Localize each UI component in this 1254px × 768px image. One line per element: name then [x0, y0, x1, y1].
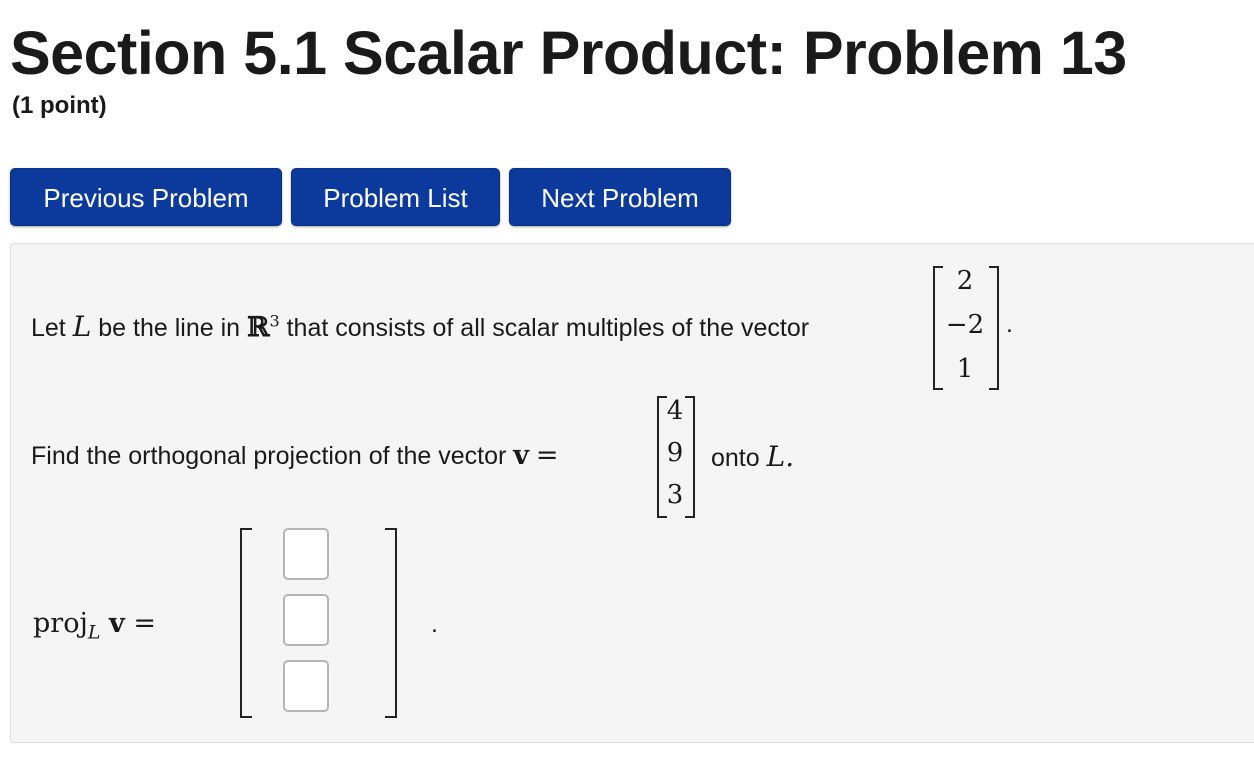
answer-right-bracket	[385, 528, 397, 718]
text-find-projection: Find the orthogonal projection of the ve…	[31, 442, 507, 470]
page-title: Section 5.1 Scalar Product: Problem 13	[10, 19, 1127, 87]
answer-equals-sign: =	[133, 608, 156, 639]
problem-statement-line-1: Let L be the line in ℝ3 that consists of…	[31, 310, 809, 343]
var-l: L	[72, 310, 92, 343]
vector-u-right-bracket	[989, 266, 999, 390]
problem-navigation: Previous Problem Problem List Next Probl…	[10, 168, 731, 226]
vector-v-entry: 4	[666, 396, 684, 426]
vector-u-entry: 2	[956, 266, 974, 296]
answer-input-3[interactable]	[283, 660, 329, 712]
previous-problem-button[interactable]: Previous Problem	[10, 168, 282, 226]
proj-text: proj	[33, 608, 88, 639]
next-problem-button[interactable]: Next Problem	[509, 168, 731, 226]
proj-subscript: L	[87, 621, 101, 644]
answer-period: .	[431, 610, 438, 638]
answer-label: projL v =	[33, 608, 156, 643]
dimension-exponent: 3	[269, 311, 280, 331]
vector-v-right-bracket	[685, 396, 695, 518]
var-v: v	[513, 440, 529, 471]
real-space-symbol: ℝ	[247, 312, 270, 343]
vector-u-entry: −2	[945, 310, 985, 340]
text-let: Let	[31, 314, 66, 342]
problem-points: (1 point)	[12, 92, 107, 119]
answer-left-bracket	[240, 528, 252, 718]
var-l-target: L.	[766, 440, 795, 473]
vector-v-entry: 3	[666, 480, 684, 510]
answer-var-v: v	[109, 608, 125, 639]
vector-v-entry: 9	[666, 438, 684, 468]
problem-statement-line-2: Find the orthogonal projection of the ve…	[31, 440, 559, 471]
problem-statement-line-2-end: onto L.	[711, 440, 794, 473]
text-scalar-multiples: that consists of all scalar multiples of…	[286, 314, 810, 342]
vector-u-entry: 1	[956, 354, 974, 384]
problem-list-button[interactable]: Problem List	[291, 168, 500, 226]
answer-input-2[interactable]	[283, 594, 329, 646]
text-line-in: be the line in	[98, 314, 241, 342]
problem-panel: Let L be the line in ℝ3 that consists of…	[10, 243, 1254, 743]
equals-sign: =	[535, 440, 559, 471]
vector-u-period: .	[1006, 310, 1013, 338]
text-onto: onto	[711, 444, 760, 472]
answer-input-1[interactable]	[283, 528, 329, 580]
